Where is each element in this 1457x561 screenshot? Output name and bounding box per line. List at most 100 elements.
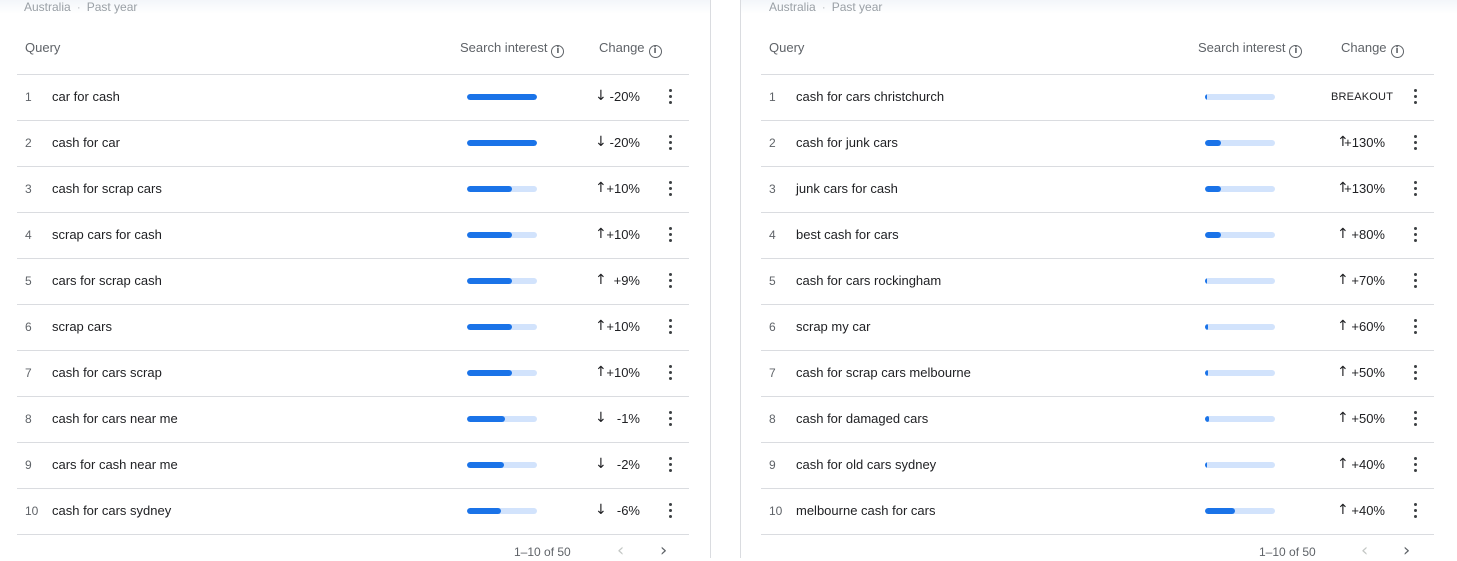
change-value: ↓ -1%: [595, 410, 640, 427]
kebab-dot: [669, 239, 672, 242]
table-row[interactable]: 7 cash for scrap cars melbourne ↑ +50%: [761, 351, 1434, 397]
query-link[interactable]: cash for cars scrap: [52, 364, 162, 381]
previous-page-icon[interactable]: ‹: [1361, 542, 1368, 560]
kebab-dot: [1414, 469, 1417, 472]
related-queries-rising-panel: Australia · Past year Query Search interes…: [741, 0, 1457, 560]
breakout-label: BREAKOUT: [1331, 91, 1394, 103]
query-link[interactable]: cash for cars sydney: [52, 502, 171, 519]
info-icon[interactable]: i: [1390, 45, 1404, 58]
more-vert-icon[interactable]: [669, 135, 673, 151]
table-row[interactable]: 1 car for cash ↓ -20%: [17, 75, 689, 121]
table-row[interactable]: 9 cars for cash near me ↓ -2%: [17, 443, 689, 489]
query-link[interactable]: scrap cars for cash: [52, 226, 162, 243]
table-row[interactable]: 9 cash for old cars sydney ↑ +40%: [761, 443, 1434, 489]
row-rank: 10: [25, 504, 39, 518]
query-link[interactable]: scrap my car: [796, 318, 870, 335]
table-row[interactable]: 5 cash for cars rockingham ↑ +70%: [761, 259, 1434, 305]
more-vert-icon[interactable]: [1414, 89, 1418, 105]
info-icon[interactable]: i: [1289, 45, 1303, 58]
query-link[interactable]: cash for car: [52, 134, 120, 151]
table-row[interactable]: 6 scrap my car ↑ +60%: [761, 305, 1434, 351]
search-interest-bar: [1205, 232, 1275, 238]
table-row[interactable]: 6 scrap cars ↑ +10%: [17, 305, 689, 351]
query-link[interactable]: melbourne cash for cars: [796, 502, 935, 519]
query-link[interactable]: car for cash: [52, 88, 120, 105]
more-vert-icon[interactable]: [1414, 411, 1418, 427]
query-link[interactable]: cars for cash near me: [52, 456, 178, 473]
table-row[interactable]: 1 cash for cars christchurch BREAKOUT: [761, 75, 1434, 121]
more-vert-icon[interactable]: [1414, 227, 1418, 243]
table-row[interactable]: 8 cash for cars near me ↓ -1%: [17, 397, 689, 443]
more-vert-icon[interactable]: [669, 89, 673, 105]
info-icon[interactable]: i: [551, 45, 565, 58]
more-vert-icon[interactable]: [1414, 135, 1418, 151]
more-vert-icon[interactable]: [669, 457, 673, 473]
change-value: ↓ -20%: [595, 134, 640, 151]
table-row[interactable]: 3 cash for scrap cars ↑ +10%: [17, 167, 689, 213]
table-row[interactable]: 4 scrap cars for cash ↑ +10%: [17, 213, 689, 259]
more-vert-icon[interactable]: [669, 181, 673, 197]
query-link[interactable]: cash for cars christchurch: [796, 88, 944, 105]
table-row[interactable]: 4 best cash for cars ↑ +80%: [761, 213, 1434, 259]
table-row[interactable]: 3 junk cars for cash ↑ +130%: [761, 167, 1434, 213]
more-vert-icon[interactable]: [1414, 181, 1418, 197]
kebab-dot: [669, 469, 672, 472]
previous-page-icon[interactable]: ‹: [617, 542, 624, 560]
more-vert-icon[interactable]: [669, 227, 673, 243]
next-page-icon[interactable]: ›: [1403, 542, 1410, 560]
table-row[interactable]: 8 cash for damaged cars ↑ +50%: [761, 397, 1434, 443]
row-rank: 1: [25, 90, 32, 104]
query-link[interactable]: cash for old cars sydney: [796, 456, 936, 473]
search-interest-bar: [467, 416, 537, 422]
more-vert-icon[interactable]: [669, 503, 673, 519]
subtitle-separator: ·: [76, 0, 81, 14]
table-body: 1 car for cash ↓ -20% 2 cash for car ↓ -20% 3 cas…: [17, 75, 689, 535]
query-link[interactable]: scrap cars: [52, 318, 112, 335]
more-vert-icon[interactable]: [1414, 457, 1418, 473]
table-row[interactable]: 10 cash for cars sydney ↓ -6%: [17, 489, 689, 535]
query-link[interactable]: cash for junk cars: [796, 134, 898, 151]
next-page-icon[interactable]: ›: [660, 542, 667, 560]
kebab-dot: [669, 423, 672, 426]
table-row[interactable]: 2 cash for car ↓ -20%: [17, 121, 689, 167]
panel-subtitle: Australia · Past year: [741, 0, 1457, 14]
period-label: Past year: [831, 0, 883, 14]
more-vert-icon[interactable]: [1414, 273, 1418, 289]
more-vert-icon[interactable]: [1414, 503, 1418, 519]
more-vert-icon[interactable]: [669, 273, 673, 289]
query-link[interactable]: cash for cars rockingham: [796, 272, 941, 289]
change-percent: -20%: [609, 135, 640, 150]
region-label: Australia: [769, 0, 816, 14]
column-header-change: Change i: [599, 40, 662, 58]
search-interest-bar-fill: [1205, 232, 1221, 238]
search-interest-bar: [467, 94, 537, 100]
more-vert-icon[interactable]: [669, 365, 673, 381]
more-vert-icon[interactable]: [669, 319, 673, 335]
table-row[interactable]: 10 melbourne cash for cars ↑ +40%: [761, 489, 1434, 535]
table-row[interactable]: 7 cash for cars scrap ↑ +10%: [17, 351, 689, 397]
kebab-dot: [1414, 423, 1417, 426]
info-icon[interactable]: i: [648, 45, 662, 58]
search-interest-bar-fill: [1205, 416, 1209, 422]
row-rank: 9: [25, 458, 32, 472]
table-row[interactable]: 2 cash for junk cars ↑ +130%: [761, 121, 1434, 167]
kebab-dot: [1414, 227, 1417, 230]
search-interest-bar-fill: [1205, 462, 1207, 468]
query-link[interactable]: cars for scrap cash: [52, 272, 162, 289]
table-row[interactable]: 5 cars for scrap cash ↑ +9%: [17, 259, 689, 305]
query-link[interactable]: cash for damaged cars: [796, 410, 928, 427]
change-percent: +10%: [606, 365, 640, 380]
change-percent: +60%: [1351, 319, 1385, 334]
query-link[interactable]: best cash for cars: [796, 226, 899, 243]
query-link[interactable]: cash for scrap cars: [52, 180, 162, 197]
row-rank: 5: [769, 274, 776, 288]
more-vert-icon[interactable]: [1414, 319, 1418, 335]
more-vert-icon[interactable]: [1414, 365, 1418, 381]
query-link[interactable]: junk cars for cash: [796, 180, 898, 197]
query-link[interactable]: cash for cars near me: [52, 410, 178, 427]
column-header-change-label: Change: [1341, 40, 1387, 55]
more-vert-icon[interactable]: [669, 411, 673, 427]
query-link[interactable]: cash for scrap cars melbourne: [796, 364, 971, 381]
kebab-dot: [1414, 279, 1417, 282]
change-percent: +40%: [1351, 457, 1385, 472]
